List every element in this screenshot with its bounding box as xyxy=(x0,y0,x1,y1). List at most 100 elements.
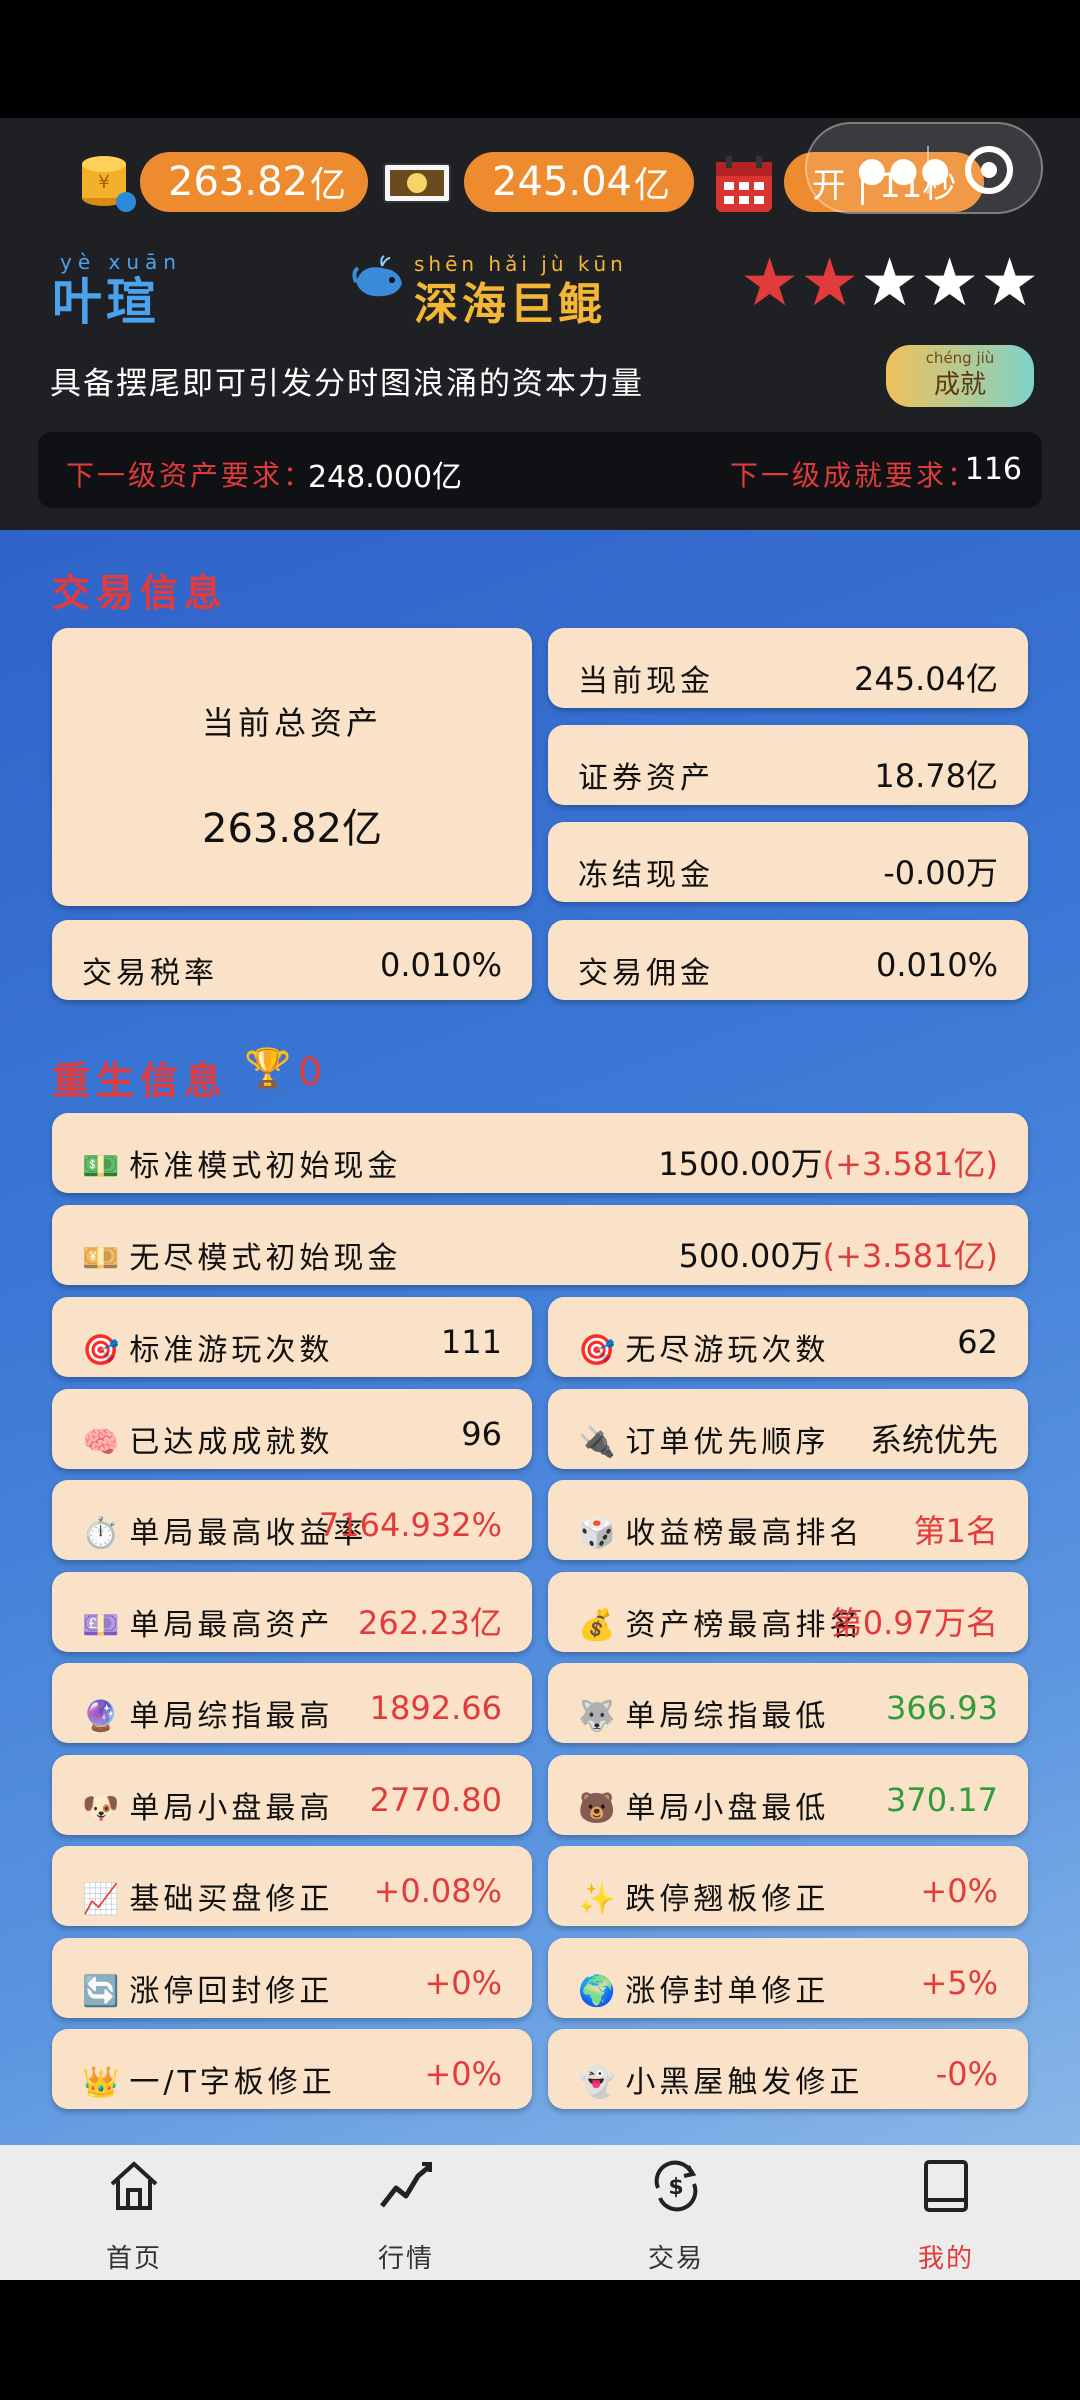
standard-initial-cash-card: 💵 标准模式初始现金 1500.00万(+3.581亿) xyxy=(52,1113,1028,1193)
tax-rate-value: 0.010% xyxy=(379,946,502,984)
stat-value: 262.23亿 xyxy=(358,1604,502,1642)
nav-trade-label: 交易 xyxy=(647,2244,704,2274)
stat-card-6: 🎲 收益榜最高排名 第1名 xyxy=(548,1480,1028,1560)
stat-key: 🐻 单局小盘最低 xyxy=(578,1783,829,1827)
stat-key: 🎲 收益榜最高排名 xyxy=(578,1508,863,1552)
endless-initial-cash-extra: (+3.581亿) xyxy=(822,1237,998,1275)
stat-key: 🐶 单局小盘最高 xyxy=(82,1783,333,1827)
total-assets-card: 当前总资产 263.82亿 xyxy=(52,628,532,906)
total-assets-card-value: 263.82亿 xyxy=(202,806,382,852)
stat-card-7: 💷 单局最高资产 262.23亿 xyxy=(52,1572,532,1652)
stat-label: 小黑屋触发修正 xyxy=(625,2065,864,2100)
stat-label: 单局小盘最高 xyxy=(129,1791,334,1826)
stat-value: 系统优先 xyxy=(869,1421,998,1459)
frozen-cash-card: 冻结现金 -0.00万 xyxy=(548,822,1028,902)
stat-label: 一/T字板修正 xyxy=(129,2065,336,2100)
stat-value: 1892.66 xyxy=(369,1689,502,1727)
stat-card-17: 👑 一/T字板修正 +0% xyxy=(52,2029,532,2109)
trophy-icon: 🏆 xyxy=(244,1045,292,1090)
stat-icon: 👑 xyxy=(82,2065,124,2100)
stat-label: 单局小盘最低 xyxy=(625,1791,830,1826)
total-assets-card-label: 当前总资产 xyxy=(201,704,382,742)
stat-label: 基础买盘修正 xyxy=(129,1882,334,1917)
tax-rate-card: 交易税率 0.010% xyxy=(52,920,532,1000)
banknote-yen-icon: 💴 xyxy=(82,1241,124,1276)
achievement-button-label: 成就 xyxy=(933,369,986,400)
cash-value: 245.04 xyxy=(492,159,632,205)
more-icon[interactable]: ●●● xyxy=(857,150,952,190)
stat-card-18: 👻 小黑屋触发修正 -0% xyxy=(548,2029,1028,2109)
stat-icon: 📈 xyxy=(82,1882,124,1917)
cash-card: 当前现金 245.04亿 xyxy=(548,628,1028,708)
stat-value: +0% xyxy=(424,2055,502,2093)
stat-key: 👑 一/T字板修正 xyxy=(82,2057,336,2101)
home-icon xyxy=(106,2158,162,2220)
next-asset-value: 248.000亿 xyxy=(308,460,463,495)
stat-card-9: 🔮 单局综指最高 1892.66 xyxy=(52,1663,532,1743)
star-filled-2: ★ xyxy=(800,244,860,321)
achievement-button[interactable]: chéng jiù 成就 xyxy=(886,345,1034,407)
stat-card-8: 💰 资产榜最高排名 第0.97万名 xyxy=(548,1572,1028,1652)
stat-label: 资产榜最高排名 xyxy=(625,1608,864,1643)
nav-market[interactable]: 行情 xyxy=(326,2150,486,2275)
stat-value: +5% xyxy=(920,1964,998,2002)
endless-initial-cash-label: 无尽模式初始现金 xyxy=(129,1241,402,1276)
stat-value: 7164.932% xyxy=(318,1506,502,1544)
nav-home-label: 首页 xyxy=(105,2244,162,2274)
nav-mine[interactable]: 我的 xyxy=(866,2150,1026,2275)
endless-initial-cash-card: 💴 无尽模式初始现金 500.00万(+3.581亿) xyxy=(52,1205,1028,1285)
stat-card-2: 🎯 无尽游玩次数 62 xyxy=(548,1297,1028,1377)
rank-motto: 具备摆尾即可引发分时图浪涌的资本力量 xyxy=(50,366,644,402)
stat-value: +0% xyxy=(920,1872,998,1910)
status-bar xyxy=(0,0,1080,118)
rebirth-info-title: 重生信息 xyxy=(52,1059,229,1103)
cash-unit: 亿 xyxy=(633,165,670,206)
banknote-icon xyxy=(382,158,452,208)
stat-key: 💷 单局最高资产 xyxy=(82,1600,333,1644)
commission-label: 交易佣金 xyxy=(578,956,714,991)
standard-initial-cash-value-wrap: 1500.00万(+3.581亿) xyxy=(658,1139,998,1185)
miniprogram-capsule: ●●● xyxy=(805,122,1043,214)
stat-icon: 🧠 xyxy=(82,1425,124,1460)
stat-card-1: 🎯 标准游玩次数 111 xyxy=(52,1297,532,1377)
stat-icon: 🐺 xyxy=(578,1699,620,1734)
star-filled-1: ★ xyxy=(740,244,800,321)
stat-value: +0% xyxy=(424,1964,502,2002)
stat-value: 366.93 xyxy=(886,1689,998,1727)
securities-card: 证券资产 18.78亿 xyxy=(548,725,1028,805)
star-empty-5: ★ xyxy=(980,244,1040,321)
stat-icon: 👻 xyxy=(578,2065,620,2100)
achievement-button-pinyin: chéng jiù xyxy=(925,349,995,367)
nav-home[interactable]: 首页 xyxy=(54,2150,214,2275)
commission-card: 交易佣金 0.010% xyxy=(548,920,1028,1000)
stat-label: 跌停翘板修正 xyxy=(625,1882,830,1917)
stat-icon: 🔮 xyxy=(82,1699,124,1734)
stat-label: 订单优先顺序 xyxy=(625,1425,830,1460)
stat-value: -0% xyxy=(935,2055,998,2093)
close-icon[interactable] xyxy=(965,146,1013,194)
stat-label: 单局综指最高 xyxy=(129,1699,334,1734)
nav-market-label: 行情 xyxy=(377,2244,434,2274)
stat-card-5: ⏱️ 单局最高收益率 7164.932% xyxy=(52,1480,532,1560)
total-assets-value: 263.82 xyxy=(168,159,308,205)
stat-key: 🔮 单局综指最高 xyxy=(82,1691,333,1735)
stat-value: 第0.97万名 xyxy=(830,1604,998,1642)
stat-key: 🌍 涨停封单修正 xyxy=(578,1966,829,2010)
stat-icon: 💷 xyxy=(82,1608,124,1643)
stat-card-12: 🐻 单局小盘最低 370.17 xyxy=(548,1755,1028,1835)
stat-value: 96 xyxy=(461,1415,502,1453)
nav-trade[interactable]: $ 交易 xyxy=(596,2150,756,2275)
stat-icon: ⏱️ xyxy=(82,1516,124,1551)
exchange-dollar-icon: $ xyxy=(648,2158,704,2220)
svg-text:$: $ xyxy=(668,2175,683,2200)
stat-card-16: 🌍 涨停封单修正 +5% xyxy=(548,1938,1028,2018)
endless-initial-cash-value: 500.00万 xyxy=(678,1237,823,1275)
cash-card-label: 当前现金 xyxy=(578,664,714,699)
star-empty-3: ★ xyxy=(860,244,920,321)
stat-label: 单局综指最低 xyxy=(625,1699,830,1734)
whale-icon xyxy=(352,254,408,304)
trade-info-title: 交易信息 xyxy=(52,571,229,615)
standard-initial-cash-value: 1500.00万 xyxy=(658,1145,823,1183)
frozen-cash-card-value: -0.00万 xyxy=(883,854,998,892)
stat-key: 🐺 单局综指最低 xyxy=(578,1691,829,1735)
